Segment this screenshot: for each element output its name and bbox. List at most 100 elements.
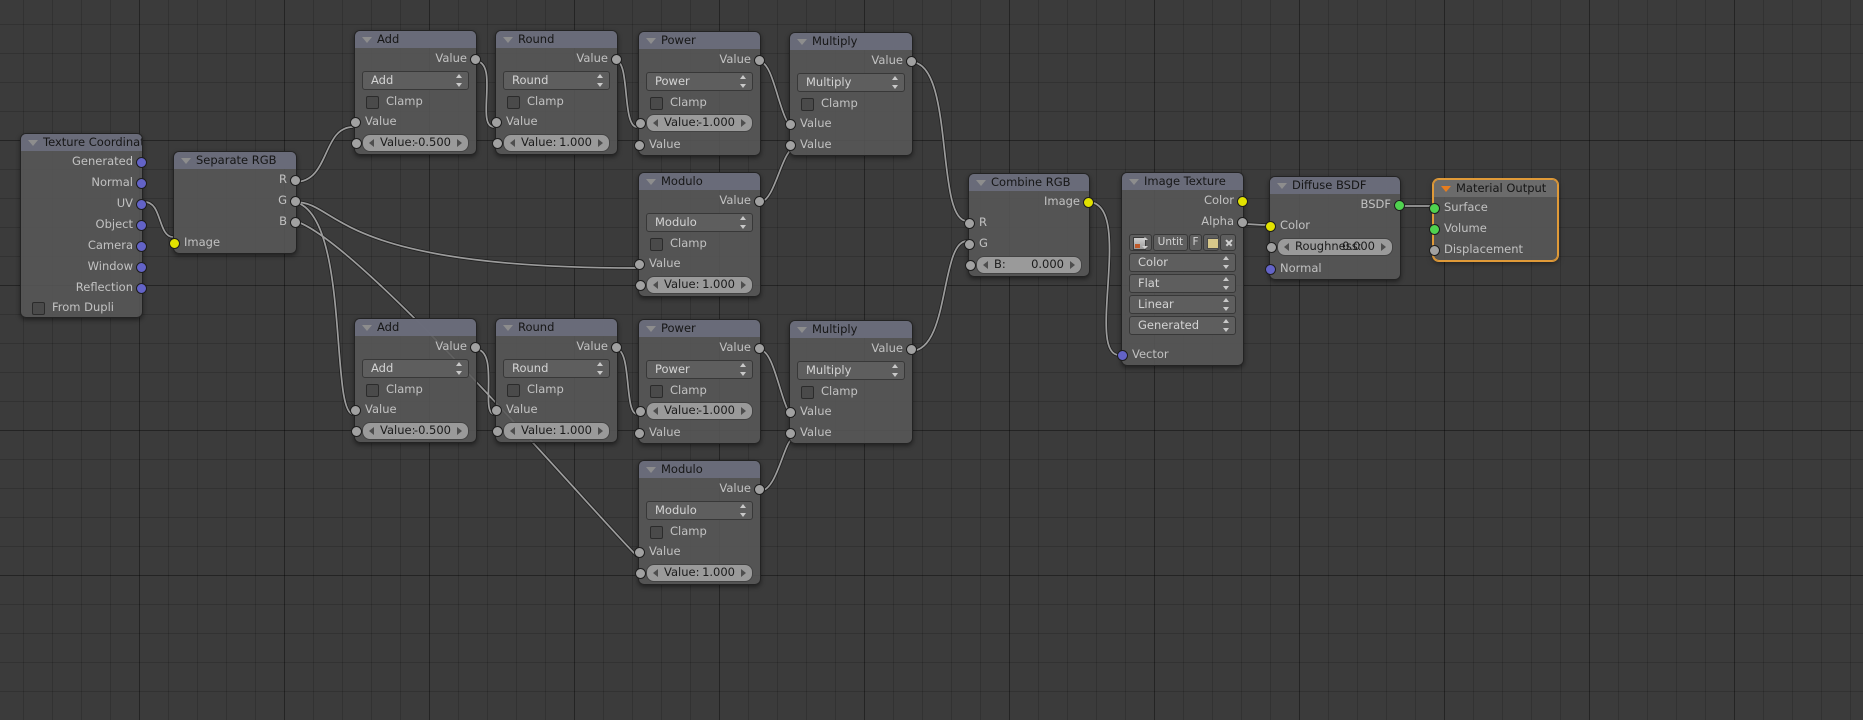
updown-arrows-icon[interactable] [456,74,463,87]
socket-color[interactable] [1265,221,1276,232]
socket-value-a[interactable] [634,547,645,558]
updown-arrows-icon[interactable] [740,363,747,376]
collapse-triangle-icon[interactable] [797,326,807,333]
updown-arrows-icon[interactable] [1223,319,1230,332]
socket-g[interactable] [964,239,975,250]
socket-value-out[interactable] [754,55,765,66]
node-header[interactable]: Multiply [790,321,912,338]
decrement-arrow-icon[interactable] [510,427,515,435]
collapse-triangle-icon[interactable] [797,38,807,45]
image-name-field[interactable]: Untit [1152,234,1189,251]
collapse-triangle-icon[interactable] [976,179,986,186]
node-separate-rgb[interactable]: Separate RGB R G B Image [169,151,301,254]
updown-arrows-icon[interactable] [1223,256,1230,269]
decrement-arrow-icon[interactable] [983,261,988,269]
fake-user-button[interactable]: F [1189,234,1202,251]
node-header[interactable]: Separate RGB [174,152,296,169]
checkbox-clamp[interactable]: Clamp [355,92,476,111]
number-field-value[interactable]: Value: -0.500 [351,422,469,440]
decrement-arrow-icon[interactable] [653,119,658,127]
node-header[interactable]: Texture Coordinate [21,134,142,151]
node-header[interactable]: Round [496,319,617,336]
decrement-arrow-icon[interactable] [510,139,515,147]
dropdown-operation[interactable]: Multiply [797,73,905,92]
checkbox-box-icon[interactable] [507,96,520,109]
node-power-top[interactable]: Power Value Power Clamp Value: -1.000 Va… [634,31,765,156]
socket-image[interactable] [169,238,180,249]
updown-arrows-icon[interactable] [892,76,899,89]
socket-image-out[interactable] [1083,197,1094,208]
checkbox-clamp[interactable]: Clamp [639,381,760,400]
decrement-arrow-icon[interactable] [653,569,658,577]
updown-arrows-icon[interactable] [892,364,899,377]
checkbox-from-dupli[interactable]: From Dupli [21,298,142,317]
socket-color-out[interactable] [1237,196,1248,207]
updown-arrows-icon[interactable] [597,74,604,87]
node-header[interactable]: Image Texture [1122,173,1243,190]
socket-value-b[interactable] [785,428,796,439]
socket-vector[interactable] [1117,350,1128,361]
collapse-triangle-icon[interactable] [503,324,513,331]
dropdown-interpolation[interactable]: Linear [1129,295,1236,314]
checkbox-clamp[interactable]: Clamp [790,382,912,401]
updown-arrows-icon[interactable] [740,504,747,517]
node-add-bottom[interactable]: Add Value Add Clamp Value Value: -0.500 [350,318,481,443]
socket-value-b[interactable] [634,428,645,439]
updown-arrows-icon[interactable] [1223,277,1230,290]
socket-value-out[interactable] [906,344,917,355]
checkbox-clamp[interactable]: Clamp [639,234,760,253]
decrement-arrow-icon[interactable] [369,427,374,435]
unlink-image-button[interactable] [1219,234,1236,251]
node-header[interactable]: Material Output [1434,180,1557,197]
socket-value-out[interactable] [611,342,622,353]
socket-value-out[interactable] [906,56,917,67]
socket-generated[interactable] [136,157,147,168]
socket-alpha-out[interactable] [1237,217,1248,228]
socket-value-b[interactable] [635,280,646,291]
node-texture-coordinate[interactable]: Texture Coordinate Generated Normal UV O… [20,133,147,318]
socket-value-out[interactable] [611,54,622,65]
socket-value-out[interactable] [470,342,481,353]
dropdown-operation[interactable]: Multiply [797,361,905,380]
number-field-value[interactable]: Value: -1.000 [635,114,753,132]
socket-normal[interactable] [136,178,147,189]
socket-g[interactable] [290,196,301,207]
node-multiply-top[interactable]: Multiply Value Multiply Clamp Value Valu… [785,32,917,156]
node-header[interactable]: Modulo [639,461,760,478]
number-field-value[interactable]: Value: 1.000 [492,134,610,152]
number-field-value[interactable]: Value: -1.000 [635,402,753,420]
collapse-triangle-icon[interactable] [503,36,513,43]
checkbox-box-icon[interactable] [801,386,814,399]
node-power-bottom[interactable]: Power Value Power Clamp Value: -1.000 Va… [634,319,765,444]
socket-value-out[interactable] [754,484,765,495]
dropdown-operation[interactable]: Round [503,71,610,90]
collapse-triangle-icon[interactable] [1129,178,1139,185]
collapse-triangle-icon[interactable] [646,325,656,332]
node-round-top[interactable]: Round Value Round Clamp Value Value: 1.0… [491,30,622,155]
browse-image-button[interactable] [1129,234,1152,251]
dropdown-color-space[interactable]: Color [1129,253,1236,272]
socket-bsdf-out[interactable] [1394,200,1405,211]
decrement-arrow-icon[interactable] [653,281,658,289]
node-editor-canvas[interactable]: Texture Coordinate Generated Normal UV O… [0,0,1863,720]
socket-normal[interactable] [1265,264,1276,275]
number-field-value[interactable]: Value: 1.000 [492,422,610,440]
dropdown-extension[interactable]: Generated [1129,316,1236,335]
socket-value-a[interactable] [634,259,645,270]
number-field-value[interactable]: Value: -0.500 [351,134,469,152]
collapse-triangle-icon[interactable] [362,36,372,43]
checkbox-box-icon[interactable] [650,526,663,539]
checkbox-box-icon[interactable] [650,385,663,398]
socket-value-out[interactable] [754,196,765,207]
socket-value-b[interactable] [634,140,645,151]
collapse-triangle-icon[interactable] [1441,185,1451,192]
socket-value-a[interactable] [635,118,646,129]
node-header[interactable]: Add [355,31,476,48]
socket-r[interactable] [290,175,301,186]
socket-value-out[interactable] [470,54,481,65]
increment-arrow-icon[interactable] [741,569,746,577]
collapse-triangle-icon[interactable] [646,178,656,185]
collapse-triangle-icon[interactable] [181,157,191,164]
socket-value-b[interactable] [635,568,646,579]
node-header[interactable]: Round [496,31,617,48]
